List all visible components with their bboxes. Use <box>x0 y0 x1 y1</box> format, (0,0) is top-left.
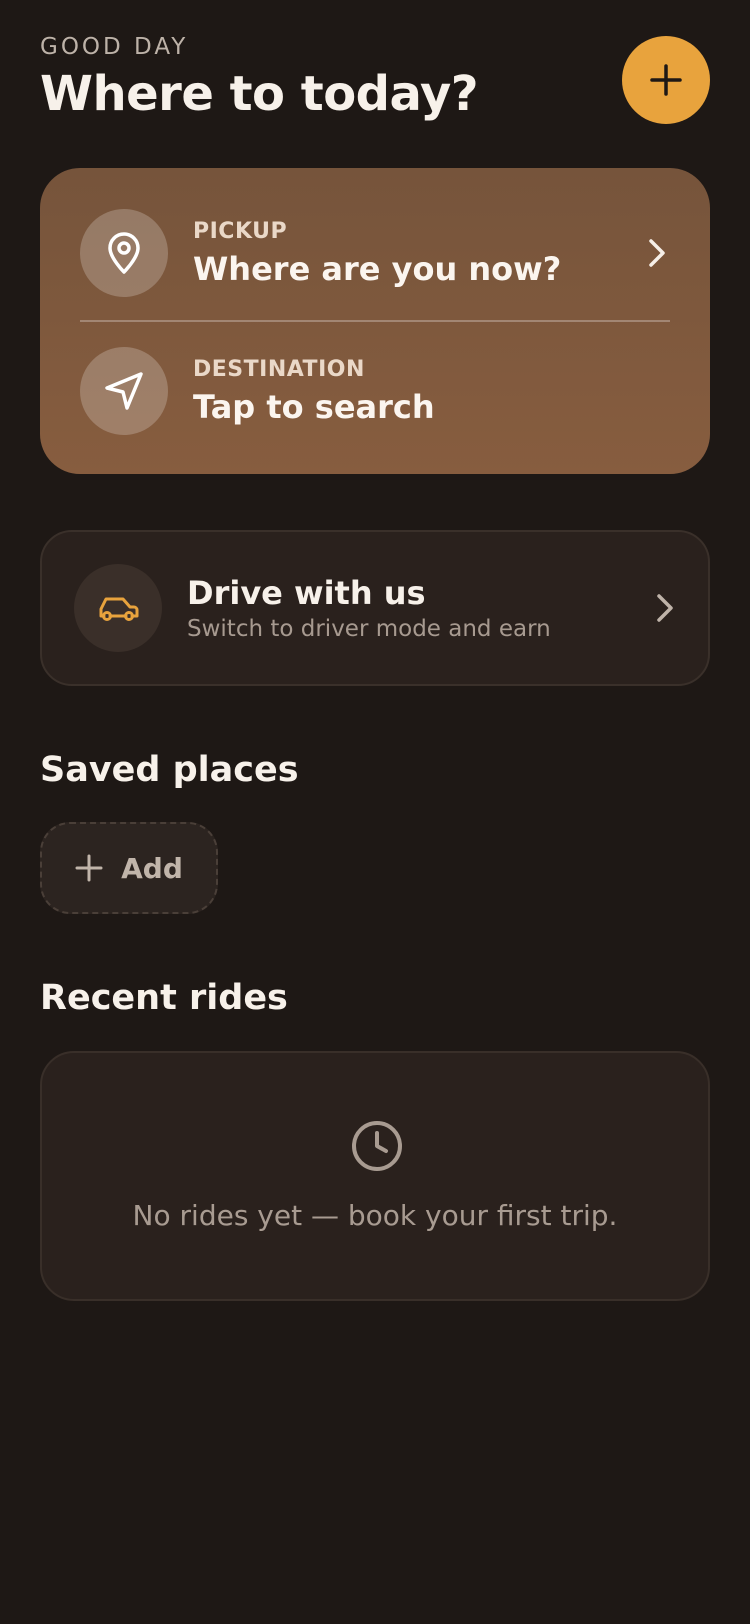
pickup-value: Where are you now? <box>193 249 562 288</box>
recent-rides-heading: Recent rides <box>40 978 288 1018</box>
route-card: PICKUP Where are you now? DESTINATION Ta… <box>40 168 710 474</box>
saved-places-heading: Saved places <box>40 750 299 790</box>
drive-subtitle: Switch to driver mode and earn <box>187 616 551 642</box>
chevron-right-icon <box>649 239 665 267</box>
pickup-label: PICKUP <box>193 218 288 244</box>
map-pin-icon <box>108 232 140 274</box>
destination-row[interactable]: DESTINATION Tap to search <box>80 346 672 436</box>
pickup-icon-circle <box>80 209 168 297</box>
pickup-row[interactable]: PICKUP Where are you now? <box>80 208 672 298</box>
page-title: Where to today? <box>40 66 479 122</box>
empty-state-text: No rides yet — book your first trip. <box>132 1199 618 1232</box>
add-button[interactable] <box>622 36 710 124</box>
plus-icon <box>650 64 682 96</box>
greeting-text: GOOD DAY <box>40 34 189 60</box>
add-saved-place-button[interactable]: Add <box>40 822 218 914</box>
clock-icon <box>352 1121 402 1171</box>
chevron-right-icon <box>657 594 673 622</box>
drive-icon-circle <box>74 564 162 652</box>
recent-rides-empty-state: No rides yet — book your first trip. <box>40 1051 710 1301</box>
plus-icon <box>75 854 103 882</box>
destination-value: Tap to search <box>193 387 435 426</box>
home-screen: GOOD DAY Where to today? PICKUP Where ar… <box>0 0 750 1624</box>
add-label: Add <box>121 851 183 885</box>
car-icon <box>99 597 139 621</box>
navigation-arrow-icon <box>105 372 143 410</box>
route-divider <box>80 320 670 322</box>
destination-icon-circle <box>80 347 168 435</box>
drive-with-us-card[interactable]: Drive with us Switch to driver mode and … <box>40 530 710 686</box>
drive-title: Drive with us <box>187 574 426 612</box>
destination-label: DESTINATION <box>193 356 365 382</box>
